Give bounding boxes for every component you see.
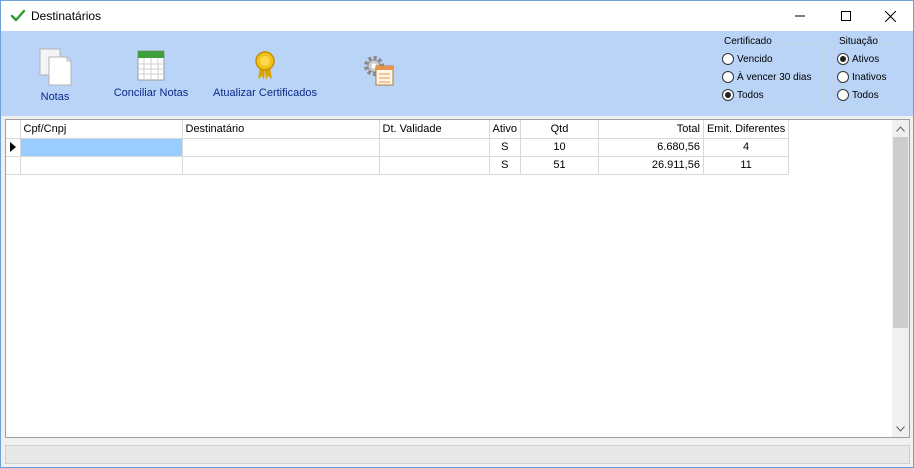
table-row[interactable]: S 10 6.680,56 4 [6, 138, 790, 157]
radio-label: Todos [737, 89, 764, 101]
notas-label: Notas [40, 91, 70, 103]
radio-a-vencer-30-dias[interactable]: À vencer 30 dias [722, 71, 812, 83]
toolbar: Notas Conciliar Notas Atualizar Certific… [1, 31, 913, 116]
row-indicator-header [6, 120, 21, 139]
vertical-scrollbar[interactable] [892, 120, 909, 437]
cell-ativo[interactable]: S [489, 156, 521, 175]
radio-button-selected[interactable] [722, 89, 734, 101]
table-row[interactable]: S 51 26.911,56 11 [6, 156, 790, 175]
row-indicator[interactable] [6, 156, 21, 175]
cell-destinatario[interactable] [182, 138, 380, 157]
destinatarios-window: Destinatários Notas Conciliar Notas Atua… [0, 0, 914, 468]
cell-cpf-cnpj[interactable] [20, 138, 183, 157]
column-header-destinatario[interactable]: Destinatário [182, 120, 380, 139]
column-header-cpf-cnpj[interactable]: Cpf/Cnpj [20, 120, 183, 139]
cell-dt-validade[interactable] [379, 156, 490, 175]
situacao-group: Situação Ativos Inativos Todos [832, 36, 908, 107]
destinatarios-grid[interactable]: Cpf/Cnpj Destinatário Dt. Validade Ativo… [5, 119, 910, 438]
cell-cpf-cnpj[interactable] [20, 156, 183, 175]
certificado-group-title: Certificado [722, 36, 774, 47]
maximize-icon [841, 11, 851, 21]
radio-button[interactable] [722, 71, 734, 83]
column-header-dt-validade[interactable]: Dt. Validade [379, 120, 490, 139]
column-header-emit-diferentes[interactable]: Emit. Diferentes [703, 120, 790, 139]
check-icon [10, 9, 26, 22]
cell-emit-diferentes[interactable]: 4 [703, 138, 790, 157]
header-row: Cpf/Cnpj Destinatário Dt. Validade Ativo… [6, 120, 790, 139]
radio-label: Inativos [852, 71, 887, 83]
cell-dt-validade[interactable] [379, 138, 490, 157]
maximize-button[interactable] [823, 1, 869, 31]
radio-inativos[interactable]: Inativos [837, 71, 886, 83]
scroll-up-button[interactable] [892, 120, 909, 137]
calendar-icon [137, 50, 165, 81]
close-icon [884, 10, 896, 22]
window-title: Destinatários [31, 9, 102, 23]
chevron-up-icon [896, 125, 905, 132]
radio-vencido[interactable]: Vencido [722, 53, 773, 65]
radio-label: Vencido [737, 53, 773, 65]
radio-button[interactable] [837, 71, 849, 83]
cell-total[interactable]: 26.911,56 [598, 156, 704, 175]
title-bar: Destinatários [1, 1, 913, 31]
cell-total[interactable]: 6.680,56 [598, 138, 704, 157]
radio-button[interactable] [837, 89, 849, 101]
cell-destinatario[interactable] [182, 156, 380, 175]
atualizar-certificados-label: Atualizar Certificados [213, 87, 317, 99]
column-header-total[interactable]: Total [598, 120, 704, 139]
column-header-ativo[interactable]: Ativo [489, 120, 521, 139]
radio-button-selected[interactable] [837, 53, 849, 65]
scrollbar-thumb[interactable] [893, 137, 908, 328]
radio-ativos[interactable]: Ativos [837, 53, 879, 65]
certificado-group: Certificado Vencido À vencer 30 dias Tod… [717, 36, 823, 107]
scroll-down-button[interactable] [892, 420, 909, 437]
settings-button[interactable] [361, 53, 397, 89]
radio-label: À vencer 30 dias [737, 71, 812, 83]
cell-emit-diferentes[interactable]: 11 [703, 156, 790, 175]
column-header-qtd[interactable]: Qtd [520, 120, 599, 139]
row-indicator[interactable] [6, 138, 21, 157]
grid-table: Cpf/Cnpj Destinatário Dt. Validade Ativo… [6, 120, 790, 175]
radio-todos-certificado[interactable]: Todos [722, 89, 764, 101]
status-bar [5, 445, 910, 464]
minimize-icon [795, 15, 805, 17]
atualizar-certificados-button[interactable]: Atualizar Certificados [211, 47, 319, 103]
conciliar-notas-label: Conciliar Notas [113, 87, 189, 99]
conciliar-notas-button[interactable]: Conciliar Notas [111, 47, 191, 103]
chevron-down-icon [896, 425, 905, 432]
radio-button[interactable] [722, 53, 734, 65]
radio-todos-situacao[interactable]: Todos [837, 89, 879, 101]
cell-qtd[interactable]: 51 [520, 156, 599, 175]
minimize-button[interactable] [777, 1, 823, 31]
radio-label: Todos [852, 89, 879, 101]
certificate-badge-icon [255, 51, 275, 80]
notas-button[interactable]: Notas [29, 45, 81, 105]
close-button[interactable] [867, 1, 913, 31]
documents-icon [39, 48, 72, 86]
gear-list-icon [364, 56, 394, 86]
current-row-arrow-icon [10, 142, 16, 152]
radio-label: Ativos [852, 53, 880, 65]
situacao-group-title: Situação [837, 36, 880, 47]
cell-ativo[interactable]: S [489, 138, 521, 157]
cell-qtd[interactable]: 10 [520, 138, 599, 157]
